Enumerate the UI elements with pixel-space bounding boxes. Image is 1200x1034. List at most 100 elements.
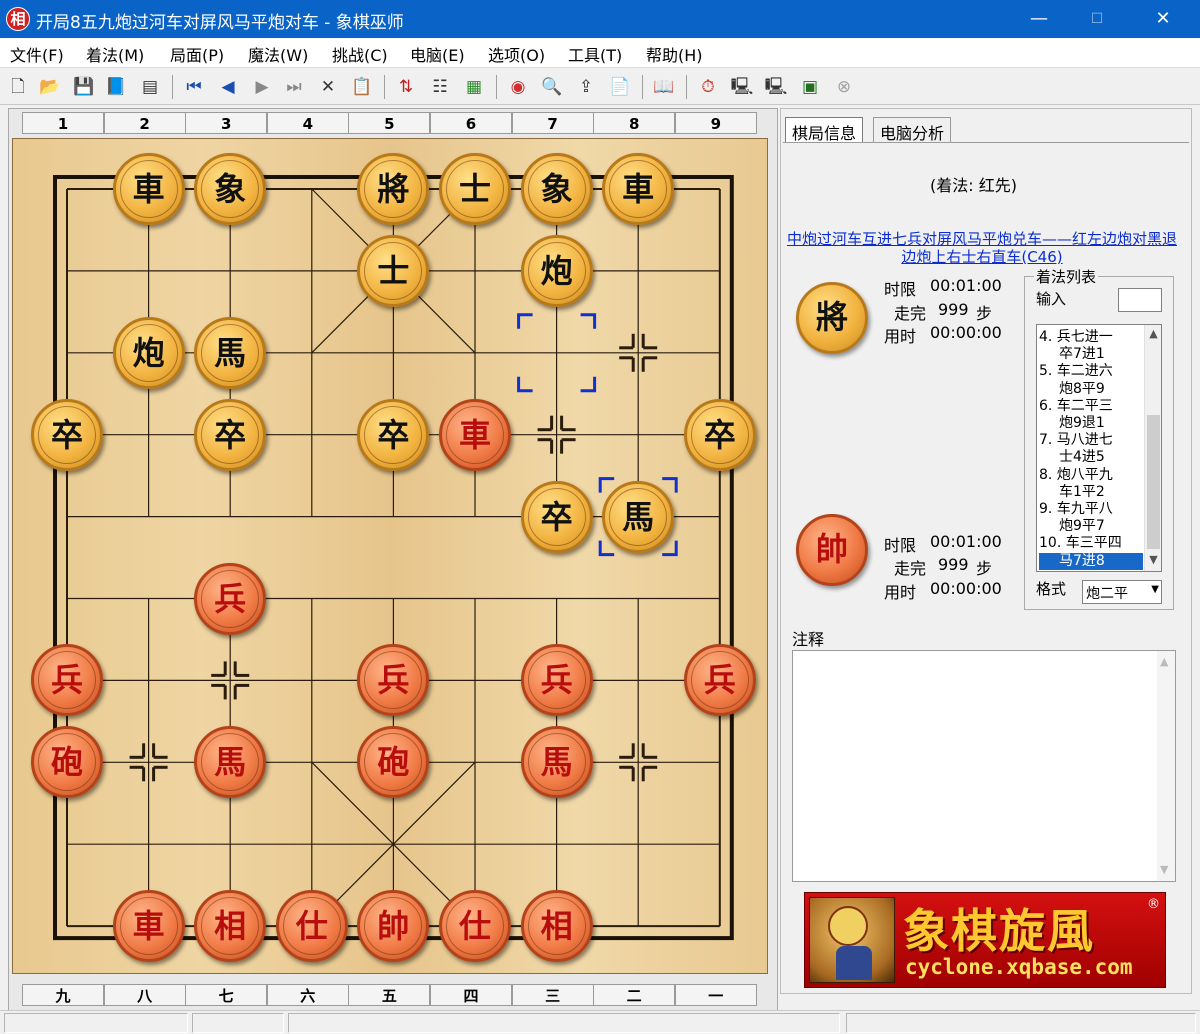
maximize-button[interactable]: ☐: [1074, 0, 1120, 38]
notes-scroll-up-icon[interactable]: ▲: [1160, 655, 1168, 668]
black-piece[interactable]: 將: [357, 153, 430, 225]
move-list-item[interactable]: 4. 兵七进一: [1039, 329, 1143, 346]
new-file-icon[interactable]: 🗋: [6, 75, 30, 99]
move-list-item[interactable]: 5. 车二进六: [1039, 363, 1143, 380]
computer-icon[interactable]: 🖳: [730, 75, 754, 99]
next-move-icon[interactable]: ▶: [250, 75, 274, 99]
book-icon[interactable]: 📘: [104, 75, 128, 99]
last-move-icon[interactable]: ⏭: [282, 75, 306, 99]
black-piece[interactable]: 士: [357, 234, 430, 307]
black-piece[interactable]: 象: [520, 153, 593, 225]
prev-move-icon[interactable]: ◀: [216, 75, 240, 99]
move-list-item[interactable]: 炮8平9: [1039, 381, 1143, 398]
black-piece[interactable]: 卒: [520, 480, 593, 553]
notes-textarea[interactable]: ▲ ▼: [792, 650, 1176, 882]
tree-icon[interactable]: ☷: [428, 75, 452, 99]
red-piece[interactable]: 仕: [275, 890, 348, 963]
red-piece[interactable]: 兵: [520, 644, 593, 717]
menu-moves[interactable]: 着法(M): [86, 42, 144, 66]
black-piece[interactable]: 馬: [194, 316, 267, 389]
red-piece[interactable]: 砲: [357, 726, 430, 799]
move-list-scroll-thumb[interactable]: [1147, 415, 1160, 549]
black-piece[interactable]: 卒: [194, 398, 267, 471]
move-input-field[interactable]: [1118, 288, 1162, 312]
black-piece[interactable]: 車: [602, 153, 675, 225]
black-piece[interactable]: 卒: [31, 398, 103, 471]
notes-scrollbar[interactable]: ▲ ▼: [1157, 651, 1175, 881]
black-piece[interactable]: 炮: [520, 234, 593, 307]
flip-board-icon[interactable]: ⇅: [394, 75, 418, 99]
chess-board[interactable]: 車象將士象車士炮炮馬卒卒卒車卒卒馬兵兵兵兵兵砲馬砲馬車相仕帥仕相: [12, 138, 768, 974]
first-move-icon[interactable]: ⏮: [182, 75, 206, 99]
menu-computer[interactable]: 电脑(E): [410, 42, 465, 66]
menu-options[interactable]: 选项(O): [488, 42, 545, 66]
menu-position[interactable]: 局面(P): [170, 42, 224, 66]
red-piece[interactable]: 兵: [357, 644, 430, 717]
move-list-item[interactable]: 车1平2: [1039, 484, 1143, 501]
menu-tools[interactable]: 工具(T): [568, 42, 622, 66]
notes-scroll-down-icon[interactable]: ▼: [1160, 863, 1168, 876]
move-list-item[interactable]: 6. 车二平三: [1039, 398, 1143, 415]
red-piece[interactable]: 兵: [31, 644, 103, 717]
red-piece[interactable]: 相: [520, 890, 593, 963]
menu-file[interactable]: 文件(F): [10, 42, 64, 66]
red-piece[interactable]: 兵: [683, 644, 756, 717]
monitor-icon[interactable]: ▣: [798, 75, 822, 99]
tab-computer-analysis[interactable]: 电脑分析: [873, 117, 952, 143]
timer-icon[interactable]: ⏱: [696, 75, 720, 99]
save-icon[interactable]: 💾: [72, 75, 96, 99]
menu-challenge[interactable]: 挑战(C): [332, 42, 388, 66]
red-piece[interactable]: 相: [194, 890, 267, 963]
properties-icon[interactable]: ▤: [138, 75, 162, 99]
red-piece[interactable]: 馬: [520, 726, 593, 799]
clipboard-icon[interactable]: 📄: [608, 75, 632, 99]
stop-icon[interactable]: ⊗: [832, 75, 856, 99]
minimize-button[interactable]: —: [1016, 0, 1062, 38]
search-icon[interactable]: 🔍: [540, 75, 564, 99]
move-list-item[interactable]: 士4进5: [1039, 449, 1143, 466]
color-wheel-icon[interactable]: ◉: [506, 75, 530, 99]
black-piece[interactable]: 士: [439, 153, 511, 225]
delete-icon[interactable]: ✕: [316, 75, 340, 99]
menu-help[interactable]: 帮助(H): [646, 42, 703, 66]
computer-alt-icon[interactable]: 🖳: [764, 75, 788, 99]
menu-magic[interactable]: 魔法(W): [248, 42, 308, 66]
opening-name-link[interactable]: 中炮过河车互进七兵对屏风马平炮兑车——红左边炮对黑退边炮上右士右直车(C46): [786, 230, 1178, 266]
format-select[interactable]: 炮二平 ▼: [1082, 580, 1162, 604]
move-list-item[interactable]: 马7进8: [1039, 552, 1143, 570]
red-piece[interactable]: 帥: [357, 890, 430, 963]
red-piece[interactable]: 砲: [31, 726, 103, 799]
red-piece[interactable]: 車: [439, 398, 511, 471]
move-list-item[interactable]: 9. 车九平八: [1039, 501, 1143, 518]
red-piece[interactable]: 馬: [194, 726, 267, 799]
open-folder-icon[interactable]: 📂: [38, 75, 62, 99]
move-list-item[interactable]: 炮9平7: [1039, 518, 1143, 535]
ad-banner[interactable]: 象棋旋風 ® cyclone.xqbase.com: [804, 892, 1166, 988]
move-list[interactable]: 4. 兵七进一 卒7进1 5. 车二进六 炮8平9 6. 车二平三 炮9退1 7. 马八进七…: [1036, 324, 1162, 572]
export-icon[interactable]: ⇪: [574, 75, 598, 99]
scroll-down-icon[interactable]: ▼: [1147, 553, 1160, 567]
piece-label: 車: [132, 907, 165, 946]
black-piece[interactable]: 卒: [683, 398, 756, 471]
paste-icon[interactable]: 📋: [350, 75, 374, 99]
black-piece[interactable]: 炮: [112, 316, 185, 389]
black-piece[interactable]: 象: [194, 153, 267, 225]
scroll-up-icon[interactable]: ▲: [1147, 327, 1160, 341]
move-list-item[interactable]: 卒7进1: [1039, 346, 1143, 363]
move-list-item[interactable]: 7. 马八进七: [1039, 432, 1143, 449]
red-piece[interactable]: 兵: [194, 562, 267, 635]
move-list-item[interactable]: 8. 炮八平九: [1039, 467, 1143, 484]
move-list-item[interactable]: 10. 车三平四: [1039, 535, 1143, 552]
black-piece[interactable]: 馬: [602, 480, 675, 553]
move-list-scrollbar[interactable]: ▲ ▼: [1144, 325, 1161, 571]
red-piece[interactable]: 仕: [439, 890, 511, 963]
move-list-item[interactable]: 炮9退1: [1039, 415, 1143, 432]
black-piece[interactable]: 卒: [357, 398, 430, 471]
red-piece[interactable]: 車: [112, 890, 185, 963]
library-icon[interactable]: 📖: [652, 75, 676, 99]
calculator-icon[interactable]: ▦: [462, 75, 486, 99]
black-piece[interactable]: 車: [112, 153, 185, 225]
tab-game-info[interactable]: 棋局信息: [785, 117, 864, 143]
chevron-down-icon[interactable]: ▼: [1151, 584, 1159, 595]
close-button[interactable]: ✕: [1140, 0, 1186, 38]
